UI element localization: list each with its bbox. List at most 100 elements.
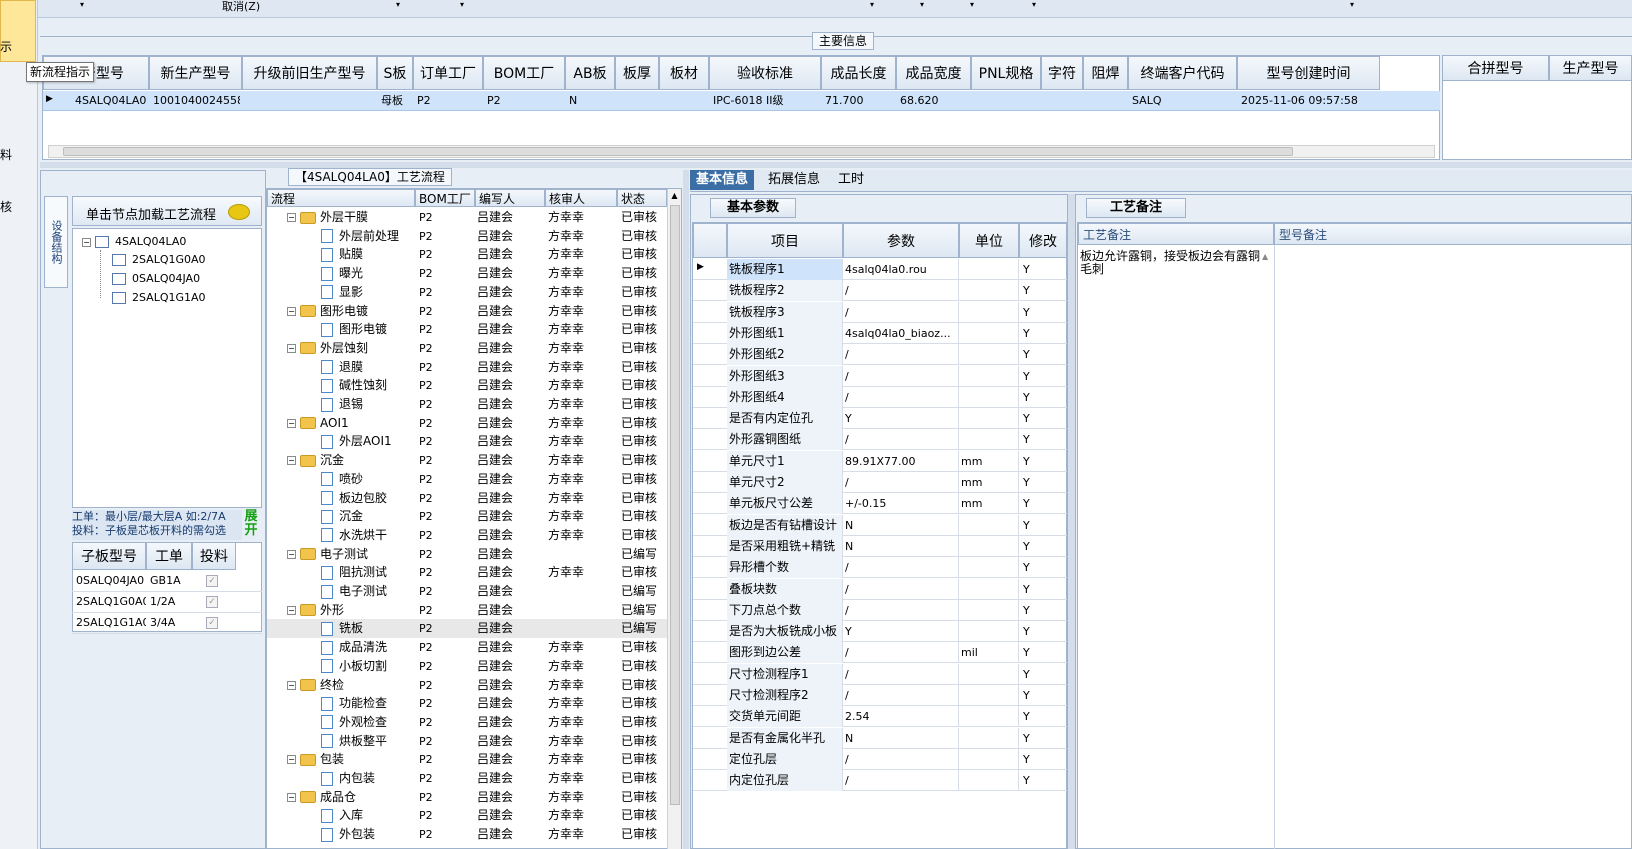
column-header[interactable]: AB板 [565,56,615,90]
process-row[interactable]: 功能检查 P2 吕建会 方幸幸 已审核 [267,694,667,713]
expand-button[interactable]: 展开 [242,510,260,540]
param-row[interactable]: 尺寸检测程序1/ Y [693,663,1067,685]
process-notes-tab[interactable]: 工艺备注 [1086,198,1186,218]
dropdown-arrow-icon[interactable]: ▾ [1350,0,1354,9]
process-row[interactable]: 内包装 P2 吕建会 方幸幸 已审核 [267,769,667,788]
splitter-bar[interactable] [683,170,689,849]
column-header[interactable]: 字符 [1041,56,1083,90]
column-header[interactable]: 型号创建时间 [1237,56,1380,90]
scroll-up-icon[interactable]: ▲ [668,189,681,203]
column-header[interactable]: 阻焊 [1083,56,1128,90]
collapse-icon[interactable]: − [287,755,296,765]
param-value[interactable]: Y [843,621,959,643]
param-value[interactable]: / [843,685,959,706]
param-row[interactable]: 是否采用粗铣+精铣 N Y [693,535,1067,557]
collapse-icon[interactable]: − [287,605,296,615]
process-row[interactable]: − 包装 P2 吕建会 方幸幸 已审核 [267,750,667,769]
param-row[interactable]: 定位孔层 / Y [693,748,1067,770]
param-value[interactable]: / [843,386,959,408]
left-nav-item[interactable]: 料 [0,146,12,163]
process-row[interactable]: − 成品仓 P2 吕建会 方幸幸 已审核 [267,788,667,807]
vertical-scrollbar[interactable]: ▲ [667,189,681,849]
param-row[interactable]: 下刀点总个数 / Y [693,599,1067,621]
param-value[interactable]: Y [843,408,959,430]
collapse-icon[interactable]: − [82,237,91,247]
process-row[interactable]: 电子测试 P2 吕建会 已编写 [267,582,667,601]
column-header[interactable]: BOM工厂 [415,189,475,207]
process-row[interactable]: 烘板整平 P2 吕建会 方幸幸 已审核 [267,732,667,751]
param-value[interactable]: / [843,301,959,323]
tab-extended-info[interactable]: 拓展信息 [762,170,826,190]
param-value[interactable]: / [843,663,959,685]
column-header[interactable]: 终端客户代码 [1128,56,1237,90]
process-row[interactable]: 图形电镀 P2 吕建会 方幸幸 已审核 [267,320,667,339]
collapse-icon[interactable]: − [287,418,296,428]
dropdown-arrow-icon[interactable]: ▾ [970,0,974,9]
param-value[interactable]: / [843,599,959,621]
process-row[interactable]: 退锡 P2 吕建会 方幸幸 已审核 [267,395,667,414]
param-row[interactable]: 是否有金属化半孔 N Y [693,727,1067,749]
process-note-text[interactable]: 板边允许露铜，接受板边会有露铜毛刺 [1080,250,1260,276]
dropdown-arrow-icon[interactable]: ▾ [920,0,924,9]
process-row[interactable]: 沉金 P2 吕建会 方幸幸 已审核 [267,507,667,526]
param-row[interactable]: 异形槽个数 / Y [693,557,1067,579]
dropdown-arrow-icon[interactable]: ▾ [870,0,874,9]
dropdown-arrow-icon[interactable]: ▾ [80,0,84,9]
param-row[interactable]: 图形到边公差 / mil Y [693,642,1067,664]
column-header[interactable]: 投料 [192,542,236,570]
dropdown-arrow-icon[interactable]: ▾ [396,0,400,9]
tab-basic-info[interactable]: 基本信息 [690,170,755,190]
param-row[interactable]: 单元板尺寸公差 +/-0.15 mm Y [693,493,1067,515]
process-row[interactable]: − 终检 P2 吕建会 方幸幸 已审核 [267,676,667,695]
process-row[interactable]: 碱性蚀刻 P2 吕建会 方幸幸 已审核 [267,376,667,395]
param-value[interactable]: / [843,429,959,451]
param-value[interactable]: +/-0.15 [843,493,959,515]
param-row[interactable]: 交货单元间距 2.54 Y [693,706,1067,728]
process-row[interactable]: 喷砂 P2 吕建会 方幸幸 已审核 [267,470,667,489]
scrollbar-thumb[interactable] [670,205,680,805]
param-row[interactable]: 板边是否有钻槽设计 N Y [693,514,1067,536]
process-row[interactable]: − 外层蚀刻 P2 吕建会 方幸幸 已审核 [267,339,667,358]
column-header[interactable]: PNL规格 [971,56,1041,90]
column-header[interactable]: 编写人 [475,189,545,207]
process-row[interactable]: − 外层干膜 P2 吕建会 方幸幸 已审核 [267,208,667,227]
param-value[interactable]: / [843,748,959,770]
dropdown-arrow-icon[interactable]: ▾ [1032,0,1036,9]
param-row[interactable]: 内定位孔层 / Y [693,770,1067,792]
vertical-tab-device-structure[interactable]: 设备结构 [44,196,68,288]
column-header[interactable]: 修改 [1019,223,1067,258]
param-value[interactable]: / [843,770,959,792]
feed-checkbox[interactable]: ✓ [206,575,218,587]
feed-checkbox[interactable]: ✓ [206,596,218,608]
process-row[interactable]: − AOI1 P2 吕建会 方幸幸 已审核 [267,414,667,433]
param-row[interactable]: 外形露铜图纸 / Y [693,429,1067,451]
column-header[interactable]: 合拼型号 [1442,55,1549,81]
process-row[interactable]: 小板切割 P2 吕建会 方幸幸 已审核 [267,657,667,676]
column-header[interactable]: 工艺备注 [1078,223,1274,245]
process-row[interactable]: 外包装 P2 吕建会 方幸幸 已审核 [267,825,667,844]
process-row[interactable]: 曝光 P2 吕建会 方幸幸 已审核 [267,264,667,283]
param-value[interactable]: / [843,344,959,366]
param-row[interactable]: 单元尺寸2/mm Y [693,472,1067,493]
column-header[interactable]: 单位 [959,223,1019,258]
process-row[interactable]: 板边包胶 P2 吕建会 方幸幸 已审核 [267,489,667,508]
process-row[interactable]: 外层前处理 P2 吕建会 方幸幸 已审核 [267,227,667,246]
column-header[interactable]: 子板型号 [72,542,146,570]
column-header[interactable]: 订单工厂 [413,56,483,90]
param-value[interactable]: / [843,365,959,387]
param-value[interactable]: 89.91X77.00 [843,450,959,472]
param-value[interactable]: 4salq04la0_biaoz... [843,322,959,344]
process-row[interactable]: − 电子测试 P2 吕建会 已编写 [267,545,667,564]
process-row[interactable]: 入库 P2 吕建会 方幸幸 已审核 [267,806,667,825]
column-header[interactable]: 生产型号 [1549,55,1632,81]
horizontal-scrollbar[interactable] [48,145,1435,158]
param-row[interactable]: 外形图纸3/ Y [693,365,1067,387]
left-nav-item[interactable]: 示 [0,38,12,55]
tree-node[interactable]: 0SALQ04JA0 [112,271,200,287]
scrollbar-thumb[interactable] [63,147,1293,156]
param-row[interactable]: 铣板程序2/ Y [693,280,1067,302]
param-value[interactable]: 4salq04la0.rou [843,259,959,280]
param-value[interactable]: N [843,535,959,557]
process-row[interactable]: 贴膜 P2 吕建会 方幸幸 已审核 [267,245,667,264]
column-header[interactable]: BOM工厂 [483,56,565,90]
